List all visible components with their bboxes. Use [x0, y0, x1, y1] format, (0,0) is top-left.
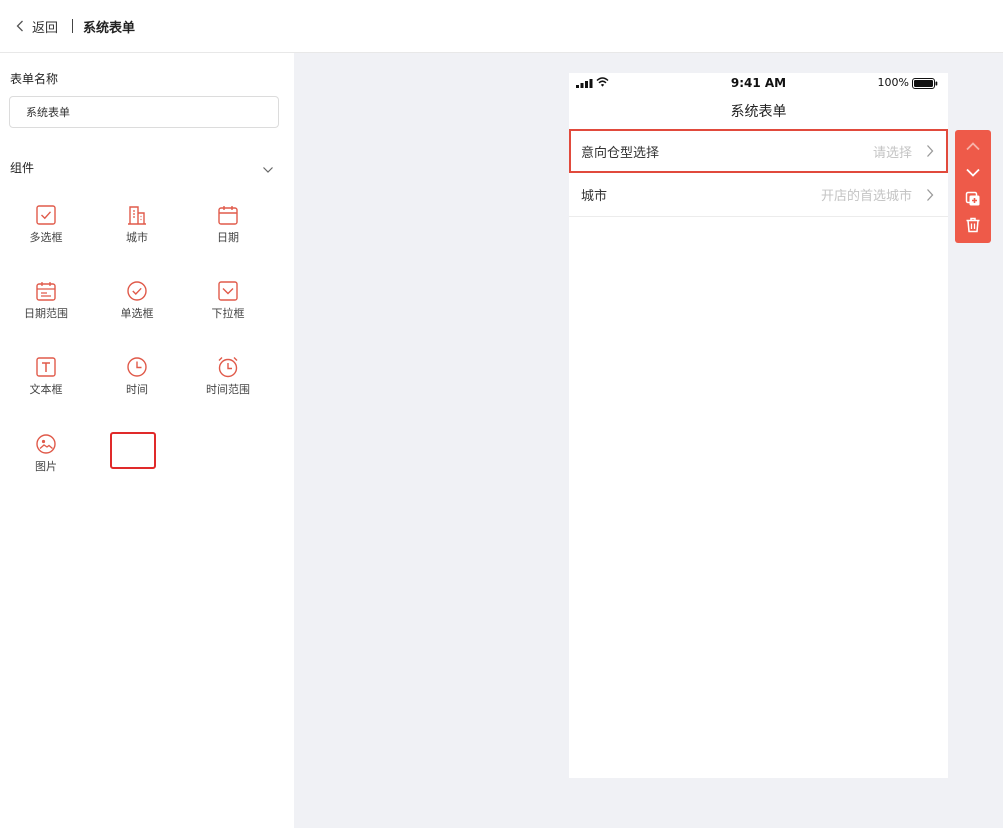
left-panel: 表单名称 组件 多选框 城市 日期 日期范围 — [0, 53, 294, 828]
date-range-icon — [36, 282, 56, 301]
move-down-icon — [966, 168, 980, 177]
component-label: 时间 — [126, 383, 148, 396]
divider — [72, 19, 74, 33]
move-up-button[interactable] — [955, 134, 991, 158]
field-placeholder: 开店的首选城市 — [820, 189, 912, 204]
back-button[interactable]: 返回 — [16, 17, 58, 36]
components-label: 组件 — [10, 161, 35, 175]
component-label: 图片 — [35, 460, 57, 473]
phone-preview: 9:41 AM 100% 系统表单 意向仓型选择 请选择 城市 开店的首选城市 — [569, 73, 948, 778]
form-name-label: 表单名称 — [10, 72, 59, 86]
chevron-right-icon — [927, 145, 934, 157]
copy-icon — [965, 191, 980, 206]
component-label: 下拉框 — [211, 307, 245, 320]
image-icon — [36, 434, 56, 454]
battery-percent: 100% — [877, 76, 909, 89]
component-text-box[interactable]: 文本框 — [11, 356, 81, 406]
field-label: 意向仓型选择 — [581, 145, 660, 161]
checkbox-icon — [36, 205, 56, 225]
city-building-icon — [128, 206, 146, 225]
component-time[interactable]: 时间 — [102, 356, 172, 406]
component-radio[interactable]: 单选框 — [102, 280, 172, 330]
calendar-icon — [218, 206, 238, 225]
alarm-clock-icon — [218, 357, 238, 378]
component-label: 城市 — [126, 231, 148, 244]
field-placeholder: 请选择 — [872, 145, 912, 161]
field-action-toolbar — [955, 130, 991, 243]
component-label: 时间范围 — [206, 383, 250, 396]
delete-button[interactable] — [955, 213, 991, 237]
collapse-toggle[interactable] — [262, 159, 274, 178]
status-bar: 9:41 AM 100% — [569, 73, 948, 93]
radio-check-icon — [127, 281, 147, 301]
page-title: 系统表单 — [83, 20, 136, 36]
component-checkbox[interactable]: 多选框 — [11, 204, 81, 254]
form-name-input[interactable] — [9, 96, 279, 128]
component-date[interactable]: 日期 — [193, 204, 263, 254]
component-label: 多选框 — [29, 231, 63, 244]
chevron-left-icon — [16, 20, 23, 32]
copy-button[interactable] — [955, 187, 991, 211]
component-dropdown[interactable]: 下拉框 — [193, 280, 263, 330]
form-field-warehouse-type[interactable]: 意向仓型选择 请选择 — [569, 129, 948, 173]
delete-icon — [966, 217, 980, 233]
component-label: 日期范围 — [24, 307, 68, 320]
component-image[interactable]: 图片 — [11, 433, 81, 483]
chevron-right-icon — [927, 188, 934, 201]
component-city[interactable]: 城市 — [102, 204, 172, 254]
component-date-range[interactable]: 日期范围 — [11, 280, 81, 330]
top-bar: 返回 系统表单 — [0, 0, 1003, 53]
text-box-icon — [36, 357, 56, 377]
preview-title: 系统表单 — [730, 104, 787, 120]
preview-canvas: 9:41 AM 100% 系统表单 意向仓型选择 请选择 城市 开店的首选城市 — [294, 53, 1003, 828]
form-field-city[interactable]: 城市 开店的首选城市 — [569, 173, 948, 217]
field-label: 城市 — [581, 189, 608, 204]
highlight-box — [110, 432, 156, 469]
chevron-down-icon — [263, 167, 273, 173]
dropdown-icon — [218, 281, 238, 301]
back-label: 返回 — [32, 20, 59, 36]
component-label: 日期 — [217, 231, 239, 244]
component-time-range[interactable]: 时间范围 — [193, 356, 263, 406]
component-label: 文本框 — [29, 383, 63, 396]
move-down-button[interactable] — [955, 161, 991, 185]
component-label: 单选框 — [120, 307, 154, 320]
battery-icon — [912, 78, 938, 89]
move-up-icon — [966, 142, 980, 151]
clock-icon — [127, 357, 147, 377]
